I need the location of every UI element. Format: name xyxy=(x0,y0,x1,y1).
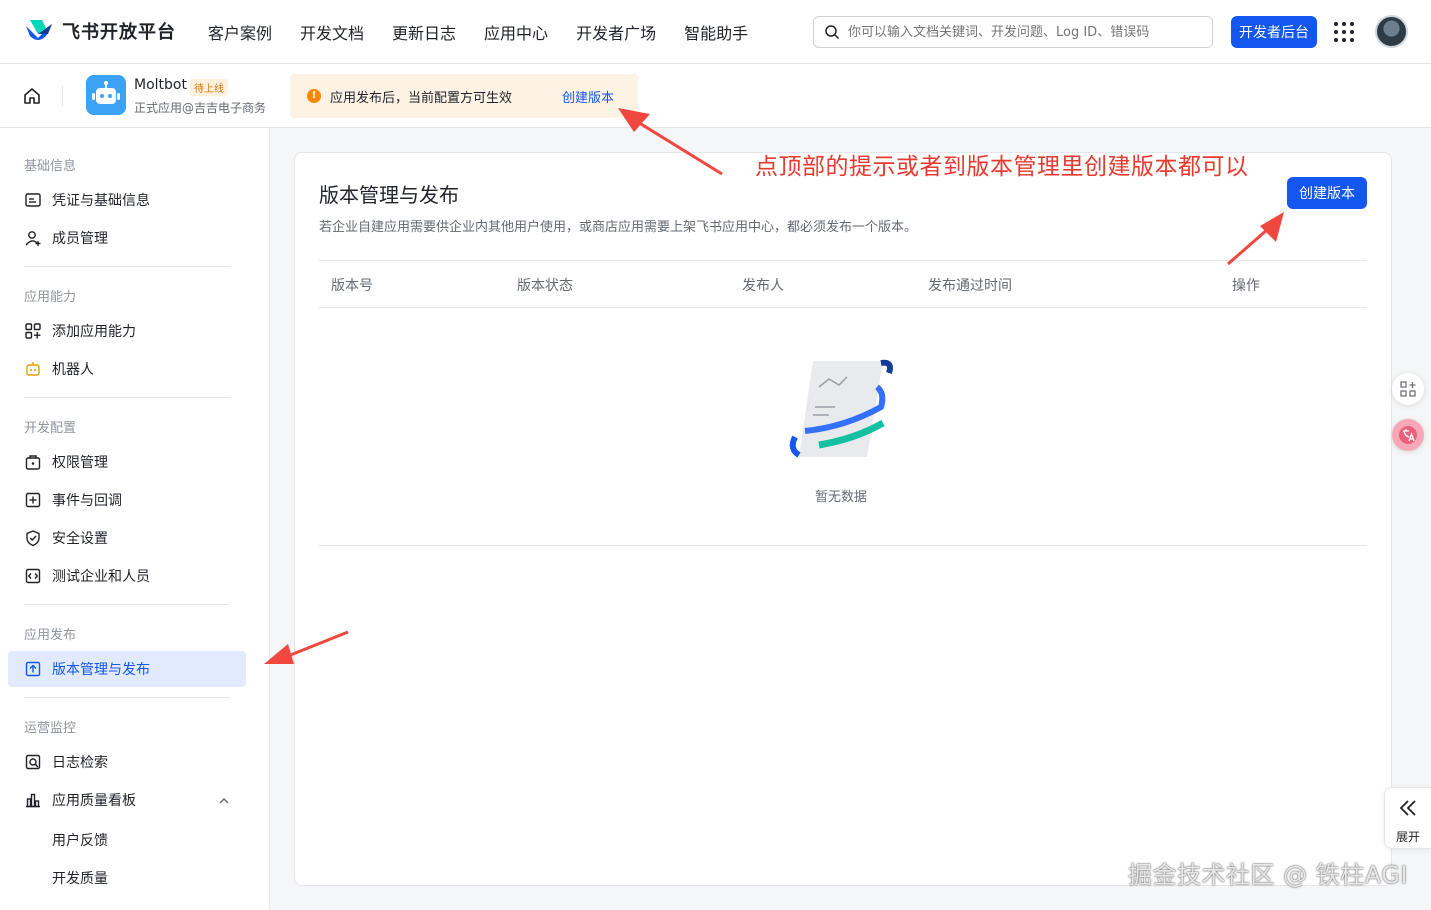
column-version: 版本号 xyxy=(331,278,373,294)
column-publisher: 发布人 xyxy=(742,278,784,294)
app-name: Moltbot xyxy=(134,77,187,93)
sidebar-item-add-capability[interactable]: 添加应用能力 xyxy=(8,313,246,349)
bar-chart-icon xyxy=(26,793,40,808)
double-chevron-left-icon xyxy=(1399,800,1416,816)
sidebar-item-label: 权限管理 xyxy=(52,455,108,471)
sidebar-item-quality-board[interactable]: 应用质量看板 xyxy=(8,782,246,818)
version-card: 版本管理与发布 若企业自建应用需要供企业内其他用户使用，或商店应用需要上架飞书应… xyxy=(294,152,1392,886)
sidebar-item-log-search[interactable]: 日志检索 xyxy=(8,744,246,780)
section-title-publish: 应用发布 xyxy=(24,628,77,643)
add-grid-icon xyxy=(25,323,41,339)
nav-item-cases[interactable]: 客户案例 xyxy=(208,20,272,44)
user-add-icon xyxy=(25,231,41,246)
page-title: 版本管理与发布 xyxy=(319,183,459,207)
app-header: Moltbot 待上线 正式应用@吉吉电子商务 ! 应用发布后，当前配置方可生效… xyxy=(0,64,1431,128)
sidebar-item-security[interactable]: 安全设置 xyxy=(8,520,246,556)
sidebar-item-label: 机器人 xyxy=(52,362,94,378)
warning-icon: ! xyxy=(307,89,321,103)
sidebar-item-label: 应用质量看板 xyxy=(52,793,136,809)
sidebar-item-label: 凭证与基础信息 xyxy=(52,193,150,209)
notice-text: 应用发布后，当前配置方可生效 xyxy=(330,91,513,106)
divider xyxy=(62,86,63,106)
section-title-monitoring: 运营监控 xyxy=(24,721,77,736)
sidebar-item-members[interactable]: 成员管理 xyxy=(8,220,246,256)
sidebar-divider xyxy=(24,604,230,605)
empty-text: 暂无数据 xyxy=(815,490,868,505)
sidebar: 基础信息 凭证与基础信息 成员管理 应用能力 添加应用能力 机器人 开发配置 权… xyxy=(0,128,270,910)
sidebar-subitem-feedback[interactable]: 用户反馈 xyxy=(52,830,108,850)
logo-text: 飞书开放平台 xyxy=(62,22,176,43)
table-header: 版本号 版本状态 发布人 发布通过时间 操作 xyxy=(319,260,1367,308)
nav-item-dev-plaza[interactable]: 开发者广场 xyxy=(576,20,656,44)
sidebar-item-label: 测试企业和人员 xyxy=(52,569,150,585)
column-approved-time: 发布通过时间 xyxy=(928,278,1012,294)
apps-grid-icon[interactable] xyxy=(1334,22,1354,42)
sidebar-item-label: 事件与回调 xyxy=(52,493,122,509)
chevron-up-icon[interactable] xyxy=(218,795,230,807)
sidebar-item-permissions[interactable]: 权限管理 xyxy=(8,444,246,480)
search-icon xyxy=(825,25,840,40)
credential-icon xyxy=(25,193,41,207)
lock-icon xyxy=(25,455,41,470)
create-version-button[interactable]: 创建版本 xyxy=(1287,177,1367,209)
sidebar-subitem-dev-quality[interactable]: 开发质量 xyxy=(52,868,108,888)
sidebar-item-label: 版本管理与发布 xyxy=(52,662,150,678)
watermark: 掘金技术社区 @ 铁柱AGI xyxy=(1128,861,1408,889)
log-search-icon xyxy=(25,754,41,770)
feishu-logo[interactable]: 飞书开放平台 xyxy=(24,18,176,44)
developer-console-button[interactable]: 开发者后台 xyxy=(1231,16,1317,48)
empty-state-illustration xyxy=(789,359,893,458)
column-actions: 操作 xyxy=(1232,278,1260,294)
notice-create-version-link[interactable]: 创建版本 xyxy=(562,87,614,106)
status-badge: 待上线 xyxy=(190,79,228,96)
home-icon[interactable] xyxy=(22,86,42,106)
page-description: 若企业自建应用需要供企业内其他用户使用，或商店应用需要上架飞书应用中心，都必须发… xyxy=(319,220,918,235)
robot-app-icon xyxy=(86,75,126,115)
sidebar-item-version-management[interactable]: 版本管理与发布 xyxy=(8,651,246,687)
table-bottom-divider xyxy=(319,545,1367,546)
sidebar-item-label: 安全设置 xyxy=(52,531,108,547)
sidebar-divider xyxy=(24,697,230,698)
sidebar-divider xyxy=(24,266,230,267)
feishu-logo-icon xyxy=(26,20,52,40)
shield-icon xyxy=(26,530,40,547)
section-title-capability: 应用能力 xyxy=(24,290,77,305)
column-status: 版本状态 xyxy=(517,278,573,294)
sidebar-item-events[interactable]: 事件与回调 xyxy=(8,482,246,518)
section-title-dev-config: 开发配置 xyxy=(24,421,77,436)
nav-menu: 客户案例 开发文档 更新日志 应用中心 开发者广场 智能助手 xyxy=(208,0,748,64)
sidebar-item-credentials[interactable]: 凭证与基础信息 xyxy=(8,182,246,218)
float-add-widget-button[interactable] xyxy=(1392,373,1424,405)
upload-icon xyxy=(25,661,41,677)
section-title-basic: 基础信息 xyxy=(24,159,77,174)
annotation-text: 点顶部的提示或者到版本管理里创建版本都可以 xyxy=(755,154,1249,180)
sidebar-item-label: 成员管理 xyxy=(52,231,108,247)
app-subtitle: 正式应用@吉吉电子商务 xyxy=(134,101,267,115)
nav-item-changelog[interactable]: 更新日志 xyxy=(392,20,456,44)
event-plus-icon xyxy=(25,492,41,508)
robot-icon xyxy=(26,362,40,376)
translate-icon xyxy=(1399,426,1417,444)
sidebar-divider xyxy=(24,397,230,398)
search-box[interactable] xyxy=(813,16,1213,48)
code-icon xyxy=(25,568,41,584)
expand-panel-button[interactable]: 展开 xyxy=(1384,787,1431,849)
user-avatar[interactable] xyxy=(1375,15,1408,48)
nav-item-docs[interactable]: 开发文档 xyxy=(300,20,364,44)
add-widget-icon xyxy=(1400,381,1416,397)
nav-item-app-center[interactable]: 应用中心 xyxy=(484,20,548,44)
publish-notice: ! 应用发布后，当前配置方可生效 创建版本 xyxy=(290,74,638,118)
sidebar-item-robot[interactable]: 机器人 xyxy=(8,351,246,387)
expand-label: 展开 xyxy=(1396,830,1421,844)
nav-item-assistant[interactable]: 智能助手 xyxy=(684,20,748,44)
sidebar-item-test-enterprise[interactable]: 测试企业和人员 xyxy=(8,558,246,594)
search-input[interactable] xyxy=(848,24,1208,40)
sidebar-item-label: 添加应用能力 xyxy=(52,324,136,340)
float-translate-button[interactable] xyxy=(1392,419,1424,451)
top-nav: 飞书开放平台 客户案例 开发文档 更新日志 应用中心 开发者广场 智能助手 开发… xyxy=(0,0,1431,64)
sidebar-item-label: 日志检索 xyxy=(52,755,108,771)
